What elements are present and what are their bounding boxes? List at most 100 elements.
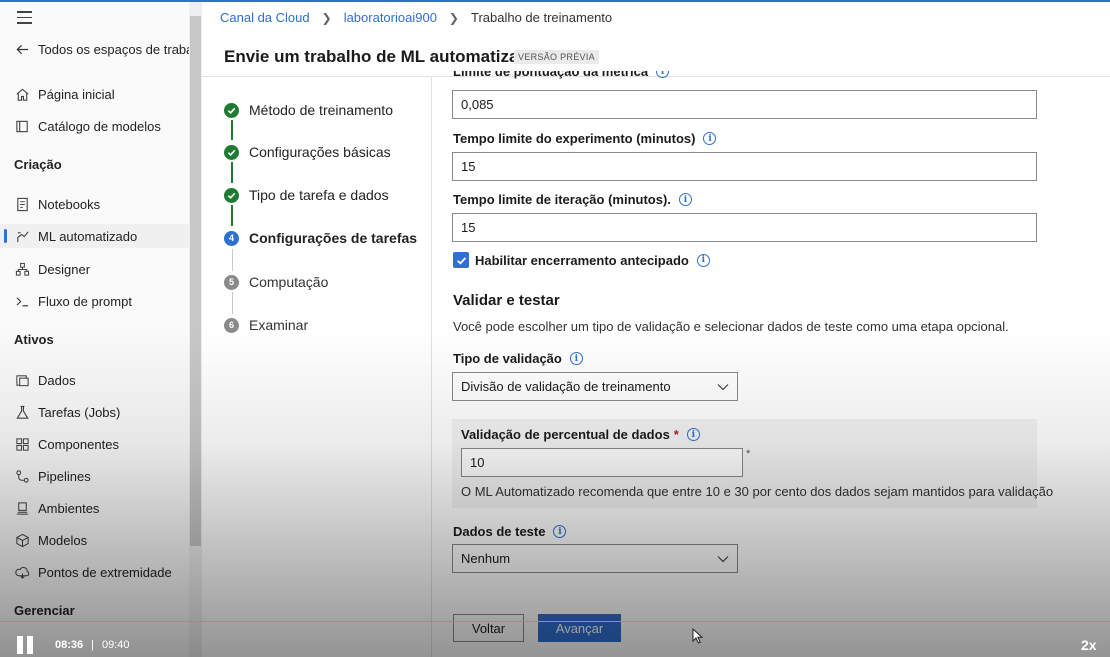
sidebar-item-home[interactable]: Página inicial (14, 82, 115, 106)
early-termination-label: Habilitar encerramento antecipado (475, 252, 689, 268)
environments-icon (14, 500, 30, 516)
data-percentage-input[interactable] (461, 448, 743, 477)
validate-test-description: Você pode escolher um tipo de validação … (453, 319, 1009, 334)
sidebar-section-criacao: Criação (14, 157, 62, 172)
sidebar-item-label: Componentes (38, 436, 119, 452)
step-task-type-data[interactable]: Tipo de tarefa e dados (224, 187, 389, 203)
info-icon[interactable]: i (569, 352, 583, 365)
checkmark-icon[interactable] (453, 252, 469, 268)
required-marker: * (673, 427, 679, 442)
step-task-settings[interactable]: 4 Configurações de tarefas (224, 230, 417, 246)
sidebar-scrollbar[interactable] (189, 2, 202, 657)
step-label: Configurações básicas (249, 144, 391, 160)
sidebar-item-label: Notebooks (38, 196, 101, 212)
info-icon[interactable]: i (553, 525, 567, 538)
dropdown-value: Divisão de validação de treinamento (461, 379, 671, 394)
breadcrumb-lab-link[interactable]: laboratorioai900 (344, 10, 437, 25)
models-icon (14, 532, 30, 548)
breadcrumb-current: Trabalho de treinamento (470, 10, 613, 25)
back-to-workspaces-link[interactable]: Todos os espaços de trabal (14, 37, 189, 61)
dropdown-value: Nenhum (461, 551, 511, 566)
step-label: Configurações de tarefas (249, 230, 418, 246)
step-review[interactable]: 6 Examinar (224, 317, 308, 333)
sidebar-item-notebooks[interactable]: Notebooks (14, 192, 100, 216)
wizard-divider (431, 77, 432, 657)
pipelines-icon (14, 468, 30, 484)
test-data-dropdown[interactable]: Nenhum (452, 544, 738, 573)
info-icon[interactable]: i (696, 253, 710, 267)
pause-icon[interactable] (17, 636, 35, 654)
info-icon[interactable]: i (686, 428, 700, 441)
sidebar-item-jobs[interactable]: Tarefas (Jobs) (14, 400, 120, 424)
sidebar-item-components[interactable]: Componentes (14, 432, 119, 456)
sidebar-item-label: ML automatizado (38, 228, 138, 244)
arrow-left-icon (14, 41, 30, 57)
sidebar-item-designer[interactable]: Designer (14, 257, 90, 281)
metric-threshold-input[interactable] (452, 90, 1037, 119)
data-icon (14, 372, 30, 388)
info-icon[interactable]: i (703, 132, 717, 145)
sidebar-item-label: Tarefas (Jobs) (38, 404, 121, 420)
sidebar-item-prompt-flow[interactable]: Fluxo de prompt (14, 289, 132, 313)
sidebar-item-label: Página inicial (38, 86, 115, 102)
video-progress-fill (0, 621, 987, 622)
back-button[interactable]: Voltar (453, 614, 524, 642)
test-data-label: Dados de teste i (453, 524, 567, 539)
step-connector (231, 205, 233, 226)
field-label-text: Tipo de validação (453, 351, 562, 366)
field-label-text: Tempo limite de iteração (minutos). (453, 192, 671, 207)
experiment-timeout-input[interactable] (452, 152, 1037, 181)
sidebar-item-automl[interactable]: ML automatizado (0, 224, 189, 248)
step-label: Computação (249, 274, 329, 290)
step-connector (231, 249, 233, 271)
sidebar-item-label: Ambientes (38, 500, 100, 516)
step-training-method[interactable]: Método de treinamento (224, 102, 393, 118)
sidebar-item-endpoints[interactable]: Pontos de extremidade (14, 560, 172, 584)
validation-type-dropdown[interactable]: Divisão de validação de treinamento (452, 372, 738, 401)
hamburger-menu-icon[interactable] (17, 11, 32, 28)
checkmark-icon (224, 144, 239, 160)
field-label-text: Validação de percentual de dados (461, 427, 670, 442)
step-label: Examinar (249, 317, 309, 333)
time-separator: | (91, 639, 94, 651)
validation-type-label: Tipo de validação i (453, 351, 583, 366)
chevron-right-icon: ❯ (321, 10, 332, 25)
sidebar-scroll-thumb[interactable] (190, 16, 201, 546)
next-button[interactable]: Avançar (538, 614, 621, 642)
required-marker: * (746, 448, 751, 460)
step-connector (231, 162, 233, 183)
sidebar-item-pipelines[interactable]: Pipelines (14, 464, 91, 488)
video-progress-bar[interactable] (0, 621, 1110, 622)
sidebar-item-model-catalog[interactable]: Catálogo de modelos (14, 114, 161, 138)
step-connector (231, 120, 233, 140)
sidebar-section-gerenciar: Gerenciar (14, 603, 75, 618)
iteration-timeout-label: Tempo limite de iteração (minutos). i (453, 192, 692, 207)
home-icon (14, 86, 30, 102)
info-icon[interactable]: i (656, 71, 670, 78)
jobs-icon (14, 404, 30, 420)
data-percentage-label: Validação de percentual de dados * i (461, 427, 700, 442)
chevron-right-icon: ❯ (448, 10, 459, 25)
playback-speed-button[interactable]: 2x (1081, 637, 1097, 653)
breadcrumb: Canal da Cloud ❯ laboratorioai900 ❯ Trab… (220, 10, 612, 25)
mouse-cursor-icon (692, 627, 704, 647)
step-compute[interactable]: 5 Computação (224, 274, 328, 290)
total-time: 09:40 (102, 639, 130, 651)
sidebar-item-models[interactable]: Modelos (14, 528, 87, 552)
checkmark-icon (224, 102, 239, 118)
back-label: Todos os espaços de trabal (38, 41, 189, 57)
sidebar-item-label: Pontos de extremidade (38, 564, 172, 580)
prompt-flow-icon (14, 293, 30, 309)
sidebar-item-label: Pipelines (38, 468, 91, 484)
sidebar-item-data[interactable]: Dados (14, 368, 76, 392)
early-termination-checkbox[interactable]: Habilitar encerramento antecipado i (453, 252, 710, 268)
sidebar-item-environments[interactable]: Ambientes (14, 496, 99, 520)
breadcrumb-workspace-link[interactable]: Canal da Cloud (220, 10, 310, 25)
step-basic-settings[interactable]: Configurações básicas (224, 144, 391, 160)
page-title: Envie um trabalho de ML automatizado (224, 47, 540, 66)
iteration-timeout-input[interactable] (452, 213, 1037, 242)
field-label-text: Dados de teste (453, 524, 546, 539)
sidebar-section-ativos: Ativos (14, 332, 54, 347)
sidebar-item-label: Catálogo de modelos (38, 118, 161, 134)
info-icon[interactable]: i (678, 193, 692, 206)
